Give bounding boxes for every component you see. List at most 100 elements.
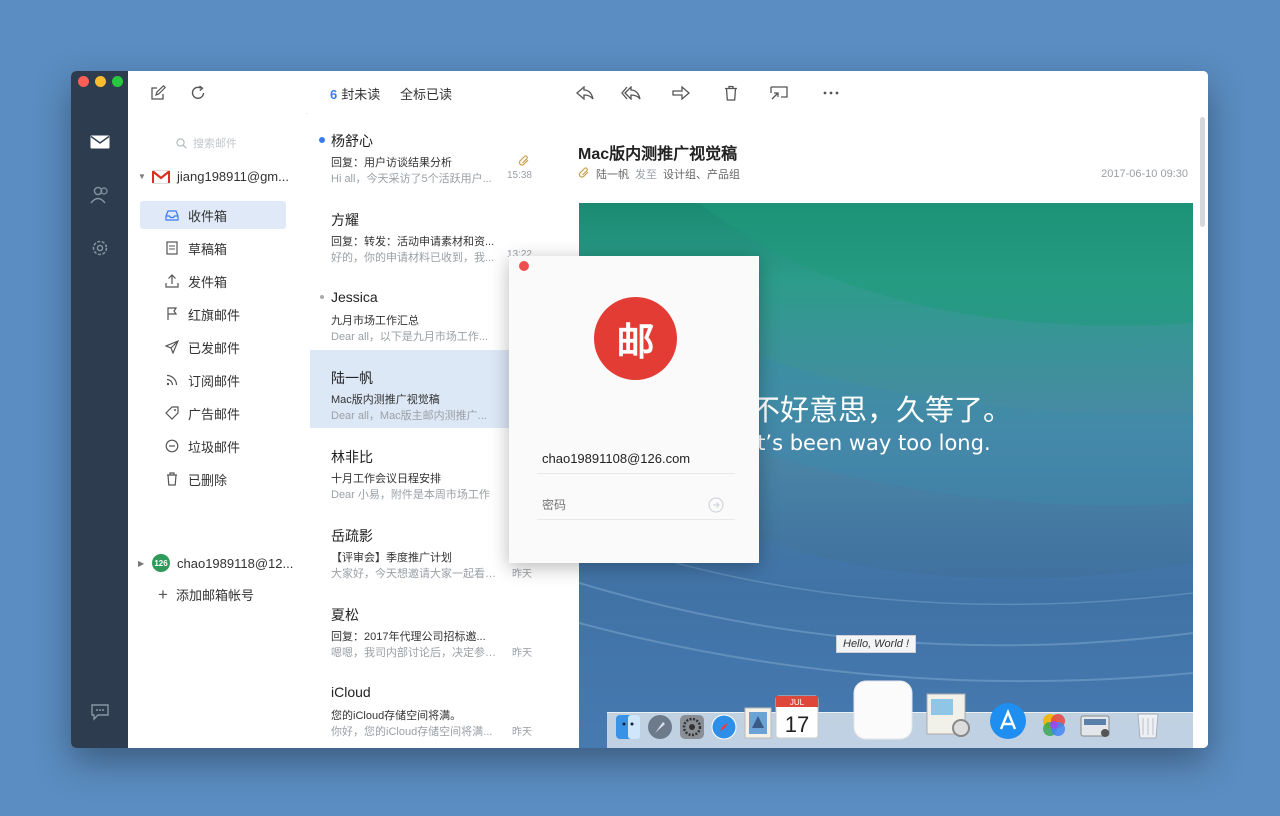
tag-icon [164, 406, 180, 420]
folder-outbox[interactable]: 发件箱 [140, 267, 286, 295]
folder-sent[interactable]: 已发邮件 [140, 333, 286, 361]
folder-drafts[interactable]: 草稿箱 [140, 234, 286, 262]
folder-label: 订阅邮件 [188, 373, 241, 389]
reading-scrollbar[interactable] [1200, 117, 1205, 227]
message-row[interactable]: 夏松 回复：2017年代理公司招标邀... 嗯嗯，我司内部讨论后，决定参加...… [310, 587, 578, 665]
message-preview: 好的，你的申请材料已收到，我... [331, 252, 495, 264]
message-preview: 你好，您的iCloud存储空间将满... [331, 726, 493, 738]
message-subject: 您的iCloud存储空间将满。 [331, 710, 462, 722]
calendar-icon: JUL 17 [775, 692, 819, 745]
gmail-logo-icon [152, 169, 170, 184]
photos-icon [1039, 710, 1069, 745]
dialog-close-button[interactable] [519, 261, 529, 271]
settings-icon[interactable] [88, 236, 112, 260]
folder-spam[interactable]: 垃圾邮件 [140, 432, 286, 460]
account-126[interactable]: ▶ 126 chao1989118@12... [138, 554, 293, 572]
mail-icon[interactable] [88, 130, 112, 154]
scanner-icon [1079, 710, 1113, 745]
folder-label: 已发邮件 [188, 340, 241, 356]
app-logo-text: 邮 [616, 320, 655, 364]
message-preview: Hi all，今天采访了5个活跃用户... [331, 173, 492, 185]
password-field[interactable] [537, 490, 735, 520]
mail-sent-to-label: 发至 [635, 169, 657, 181]
flag-icon [164, 307, 180, 321]
folder-label: 收件箱 [188, 208, 228, 224]
folder-inbox[interactable]: 收件箱 [140, 201, 286, 229]
draft-icon [164, 241, 180, 255]
attachment-icon [578, 166, 590, 182]
trash-icon [1133, 710, 1163, 745]
add-account-button[interactable]: + 添加邮箱帐号 [158, 585, 254, 604]
contacts-icon[interactable] [88, 183, 112, 207]
message-sender: 夏松 [331, 607, 359, 623]
mailbox-sidebar: 搜索邮件 ▼ jiang198911@gm... 收件箱 草稿箱 发件箱 红旗邮… [128, 113, 306, 748]
refresh-icon[interactable] [187, 82, 209, 104]
unread-count: 6 [330, 87, 338, 102]
message-sender: 陆一帆 [331, 370, 373, 386]
window-minimize-button[interactable] [95, 76, 106, 87]
reply-all-icon[interactable] [620, 82, 642, 104]
folder-ads[interactable]: 广告邮件 [140, 399, 286, 427]
mail-from[interactable]: 陆一帆 [596, 166, 629, 182]
status-dot-icon [320, 295, 324, 299]
mail-date: 2017-06-10 09:30 [1101, 168, 1188, 180]
folder-flagged[interactable]: 红旗邮件 [140, 300, 286, 328]
folder-label: 草稿箱 [188, 241, 228, 257]
message-preview: Dear 小易，附件是本周市场工作 [331, 489, 490, 501]
folder-deleted[interactable]: 已删除 [140, 465, 286, 493]
message-sender: 方耀 [331, 212, 359, 228]
message-sender: 岳疏影 [331, 528, 373, 544]
message-preview: 大家好，今天想邀请大家一起看一... [331, 568, 496, 580]
mail-recipients[interactable]: 设计组、产品组 [663, 166, 740, 182]
safari-icon [711, 714, 737, 745]
finder-icon [615, 714, 641, 745]
sent-icon [164, 340, 180, 354]
message-subject: Mac版内测推广视觉稿 [331, 394, 440, 406]
move-icon[interactable] [768, 82, 790, 104]
blank-app-icon [853, 680, 913, 745]
message-subject: 九月市场工作汇总 [331, 315, 419, 327]
dock-tooltip: Hello, World ! [836, 635, 917, 653]
message-row[interactable]: 杨舒心 回复：用户访谈结果分析 Hi all，今天采访了5个活跃用户... 15… [310, 113, 578, 191]
add-account-label: 添加邮箱帐号 [175, 588, 254, 603]
dock-bar: JUL 17 [607, 680, 1193, 748]
chevron-down-icon: ▼ [138, 172, 146, 181]
mail-subject-title: Mac版内测推广视觉稿 [578, 146, 738, 163]
account-name: chao1989118@12... [177, 555, 294, 571]
email-field[interactable] [537, 444, 735, 474]
search-input[interactable]: 搜索邮件 [176, 135, 237, 151]
account-gmail[interactable]: ▼ jiang198911@gm... [138, 169, 289, 184]
message-row[interactable]: iCloud 您的iCloud存储空间将满。 你好，您的iCloud存储空间将满… [310, 666, 578, 744]
compose-icon[interactable] [147, 82, 169, 104]
search-placeholder: 搜索邮件 [193, 138, 237, 150]
wallpaper-subline: It’s been way too long. [751, 431, 991, 455]
message-sender: Jessica [331, 289, 378, 305]
login-arrow-icon[interactable] [707, 496, 725, 514]
app-rail [71, 71, 128, 748]
toolbar: 6 封未读 全标已读 [128, 71, 1208, 114]
more-icon[interactable] [820, 82, 842, 104]
window-close-button[interactable] [78, 76, 89, 87]
forward-icon[interactable] [670, 82, 692, 104]
search-icon [176, 137, 187, 149]
window-zoom-button[interactable] [112, 76, 123, 87]
unread-label: 封未读 [341, 87, 381, 102]
message-subject: 回复：用户访谈结果分析 [331, 157, 452, 169]
folder-label: 红旗邮件 [188, 307, 241, 323]
spam-icon [164, 439, 180, 453]
mail-stamp-icon [743, 706, 773, 745]
account-name: jiang198911@gm... [177, 169, 289, 184]
launchpad-icon [647, 714, 673, 745]
feedback-icon[interactable] [88, 700, 112, 724]
mark-all-read-button[interactable]: 全标已读 [400, 84, 452, 103]
trash-icon[interactable] [720, 82, 742, 104]
message-preview: 嗯嗯，我司内部讨论后，决定参加... [331, 647, 496, 659]
message-time: 昨天 [512, 727, 532, 738]
folder-subscriptions[interactable]: 订阅邮件 [140, 366, 286, 394]
message-preview: Dear all，以下是九月市场工作... [331, 331, 489, 343]
app-store-icon [989, 702, 1027, 745]
message-time: 昨天 [512, 569, 532, 580]
folder-label: 已删除 [188, 472, 228, 488]
message-subject: 十月工作会议日程安排 [331, 473, 441, 485]
reply-icon[interactable] [574, 82, 596, 104]
